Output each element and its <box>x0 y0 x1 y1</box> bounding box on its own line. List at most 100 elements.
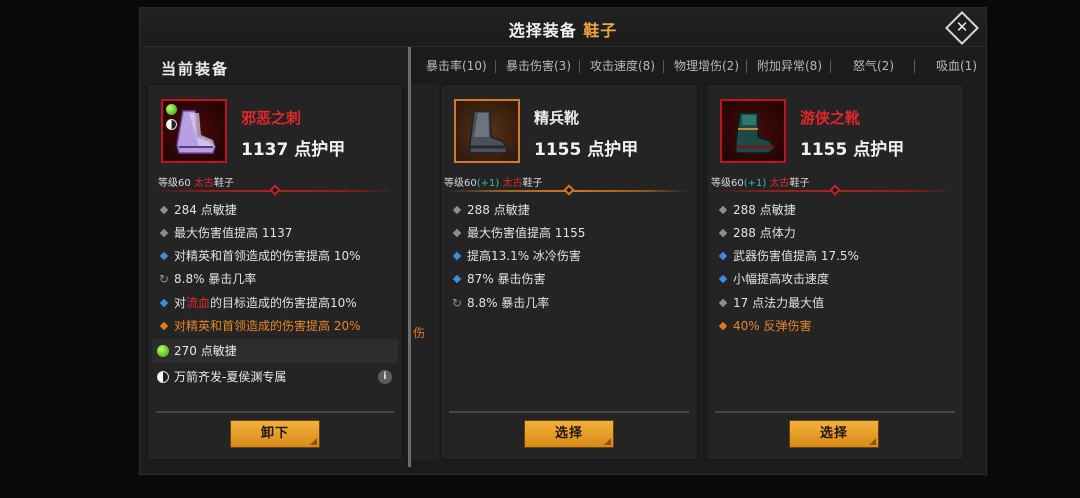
stat-text: 对 <box>174 296 187 310</box>
tab-status-effect[interactable]: 附加异常(8) <box>757 53 822 79</box>
card-bottom-line <box>156 411 394 413</box>
stat-row: 小幅提高攻击速度 <box>717 268 829 290</box>
diamond-icon <box>159 321 169 331</box>
boot-icon <box>176 110 216 154</box>
level-plus: (+1) <box>743 178 770 189</box>
boot-icon <box>469 110 508 154</box>
slot-text: 鞋子 <box>522 178 543 189</box>
level-text: 等级60 <box>711 178 744 189</box>
reroll-icon: ↻ <box>158 272 170 286</box>
stat-row: 17 点法力最大值 <box>717 292 824 314</box>
candidate-item-name: 精兵靴 <box>534 109 580 127</box>
stat-row: 对精英和首领造成的伤害提高 20% <box>158 315 361 337</box>
stat-text: 的目标造成的伤害提高10% <box>210 296 357 310</box>
current-item-armor: 1137 点护甲 <box>241 140 346 160</box>
peek-text: 伤 <box>413 326 426 340</box>
diamond-icon <box>452 228 462 238</box>
stat-row: 最大伤害值提高 1155 <box>451 222 585 244</box>
stat-row: ↻ 8.8% 暴击几率 <box>158 268 256 290</box>
stat-row: 40% 反弹伤害 <box>717 315 812 337</box>
stat-row: 最大伤害值提高 1137 <box>158 222 292 244</box>
diamond-icon <box>159 251 169 261</box>
diamond-icon <box>452 205 462 215</box>
stat-text: 武器伤害值提高 17.5% <box>733 249 859 263</box>
diamond-icon <box>718 251 728 261</box>
current-item-name: 邪恶之刺 <box>241 109 302 127</box>
candidate-item-icon[interactable] <box>720 99 786 163</box>
stat-text: 提高13.1% 冰冷伤害 <box>467 249 581 263</box>
stat-row: 284 点敏捷 <box>158 199 237 221</box>
tab-crit-rate[interactable]: 暴击率(10) <box>426 53 487 79</box>
tab-separator <box>830 60 831 73</box>
gem-row: 270 点敏捷 <box>152 339 398 363</box>
candidate-item-name: 游侠之靴 <box>800 109 861 127</box>
stat-text: 284 点敏捷 <box>174 203 237 217</box>
current-item-card: 邪恶之刺 1137 点护甲 等级60 太古鞋子 284 点敏捷 最大伤害值提高 … <box>147 84 403 460</box>
rarity-text: 太古 <box>502 178 523 189</box>
tab-lifesteal[interactable]: 吸血(1) <box>936 53 977 79</box>
stat-text: 40% 反弹伤害 <box>733 319 812 333</box>
candidate-card[interactable]: 游侠之靴 1155 点护甲 等级60(+1) 太古鞋子 288 点敏捷 288 … <box>706 84 964 460</box>
candidate-item-icon[interactable] <box>454 99 520 163</box>
stat-text: 对精英和首领造成的伤害提高 20% <box>174 319 361 333</box>
candidate-card[interactable]: 精兵靴 1155 点护甲 等级60(+1) 太古鞋子 288 点敏捷 最大伤害值… <box>440 84 698 460</box>
tab-crit-damage[interactable]: 暴击伤害(3) <box>506 53 571 79</box>
stat-row: 288 点敏捷 <box>717 199 796 221</box>
dialog-title-slot: 鞋子 <box>583 21 618 40</box>
rarity-text: 太古 <box>193 178 214 189</box>
diamond-icon <box>718 321 728 331</box>
stat-text: 对精英和首领造成的伤害提高 10% <box>174 249 361 263</box>
tab-separator <box>914 60 915 73</box>
tab-separator <box>663 60 664 73</box>
tab-separator <box>746 60 747 73</box>
tab-physical-damage[interactable]: 物理增伤(2) <box>674 53 739 79</box>
stat-row: 87% 暴击伤害 <box>451 268 546 290</box>
current-equipment-label: 当前装备 <box>161 60 230 78</box>
stat-row: 对流血的目标造成的伤害提高10% <box>158 292 357 314</box>
gem-text: 270 点敏捷 <box>174 344 237 358</box>
filter-tabs: 暴击率(10) 暴击伤害(3) 攻击速度(8) 物理增伤(2) 附加异常(8) … <box>416 53 980 79</box>
level-text: 等级60 <box>158 178 194 189</box>
stat-text: 17 点法力最大值 <box>733 296 825 310</box>
current-equipment-header: 当前装备 <box>141 47 409 85</box>
info-icon[interactable]: i <box>378 370 392 384</box>
unequip-button[interactable]: 卸下 <box>230 420 320 448</box>
card-separator <box>449 184 689 196</box>
slot-text: 鞋子 <box>213 178 234 189</box>
gem-icon <box>166 104 177 115</box>
level-plus: (+1) <box>476 178 500 189</box>
select-button[interactable]: 选择 <box>524 420 614 448</box>
stat-row: ↻ 8.8% 暴击几率 <box>451 292 549 314</box>
card-separator <box>156 184 394 196</box>
tab-attack-speed[interactable]: 攻击速度(8) <box>590 53 655 79</box>
diamond-icon <box>718 274 728 284</box>
candidate-item-level: 等级60(+1) 太古鞋子 <box>444 174 542 189</box>
diamond-icon <box>452 274 462 284</box>
set-row: 万箭齐发-夏侯渊专属 i <box>152 365 398 389</box>
stat-text: 8.8% 暴击几率 <box>467 296 550 310</box>
yin-yang-icon <box>157 371 169 383</box>
candidate-item-level: 等级60(+1) 太古鞋子 <box>711 174 809 189</box>
diamond-icon <box>718 205 728 215</box>
current-item-icon[interactable] <box>161 99 227 163</box>
stat-text: 最大伤害值提高 1155 <box>467 226 586 240</box>
stat-row: 288 点体力 <box>717 222 796 244</box>
dialog-titlebar: 选择装备 鞋子 ✕ <box>140 8 986 47</box>
select-button[interactable]: 选择 <box>789 420 879 448</box>
dialog-title: 选择装备 鞋子 <box>140 17 986 41</box>
stat-text: 8.8% 暴击几率 <box>174 272 257 286</box>
level-text: 等级60 <box>444 178 477 189</box>
stat-text: 288 点体力 <box>733 226 796 240</box>
stat-text: 87% 暴击伤害 <box>467 272 546 286</box>
scrolled-card-peek: 伤 <box>411 84 439 460</box>
card-bottom-line <box>715 411 955 413</box>
stat-text: 288 点敏捷 <box>467 203 530 217</box>
tab-separator <box>579 60 580 73</box>
slot-text: 鞋子 <box>789 178 810 189</box>
current-item-level: 等级60 太古鞋子 <box>158 174 234 189</box>
stat-keyword: 流血 <box>186 296 211 310</box>
diamond-icon <box>452 251 462 261</box>
diamond-icon <box>718 298 728 308</box>
tab-fury[interactable]: 怒气(2) <box>853 53 894 79</box>
boot-icon <box>735 112 775 154</box>
